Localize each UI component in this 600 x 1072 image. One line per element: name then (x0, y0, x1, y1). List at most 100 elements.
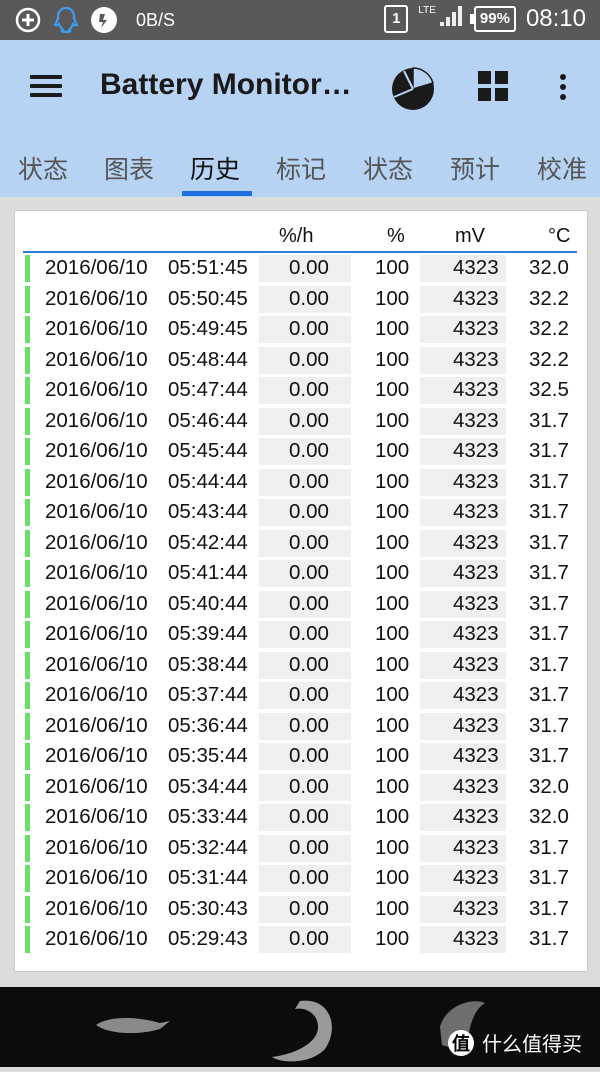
app-title: Battery Monitor… (100, 68, 352, 101)
table-row[interactable]: 2016/06/10 05:34:44 0.00 100 4323 32.0 (23, 772, 577, 803)
table-row[interactable]: 2016/06/10 05:29:43 0.00 100 4323 31.7 (23, 924, 577, 955)
grid-icon (478, 71, 491, 84)
table-row[interactable]: 2016/06/10 05:37:44 0.00 100 4323 31.7 (23, 680, 577, 711)
menu-button[interactable] (28, 70, 64, 100)
cell-temp: 31.7 (529, 683, 569, 706)
cell-pct: 100 (375, 866, 410, 889)
cell-date: 2016/06/10 (45, 286, 148, 310)
cell-rate: 0.00 (289, 378, 329, 401)
add-circle-icon (14, 6, 42, 34)
cell-time: 05:30:43 (168, 896, 248, 920)
cell-rate: 0.00 (289, 408, 329, 432)
tab-history[interactable]: 历史 (190, 150, 240, 186)
cell-date: 2016/06/10 (45, 622, 148, 645)
cell-date: 2016/06/10 (45, 439, 148, 462)
table-row[interactable]: 2016/06/10 05:46:44 0.00 100 4323 31.7 (23, 406, 577, 437)
tab-chart[interactable]: 图表 (104, 150, 154, 186)
cell-rate: 0.00 (289, 652, 329, 676)
cell-rate: 0.00 (289, 530, 329, 554)
watermark-text: 什么值得买 (482, 1034, 582, 1056)
cell-time: 05:49:45 (168, 317, 248, 340)
cell-pct: 100 (375, 286, 410, 310)
column-header-rate: %/h (279, 225, 314, 247)
cell-rate: 0.00 (289, 805, 329, 828)
more-vert-icon (560, 74, 566, 80)
more-options-button[interactable] (548, 70, 578, 106)
cell-temp: 31.7 (529, 744, 569, 767)
row-marker (25, 865, 30, 892)
cell-mv: 4323 (453, 408, 499, 432)
cell-pct: 100 (375, 591, 410, 615)
cell-date: 2016/06/10 (45, 652, 148, 676)
table-row[interactable]: 2016/06/10 05:43:44 0.00 100 4323 31.7 (23, 497, 577, 528)
table-row[interactable]: 2016/06/10 05:39:44 0.00 100 4323 31.7 (23, 619, 577, 650)
cell-date: 2016/06/10 (45, 378, 148, 401)
cell-temp: 31.7 (529, 622, 569, 645)
table-row[interactable]: 2016/06/10 05:44:44 0.00 100 4323 31.7 (23, 467, 577, 498)
row-marker (25, 773, 30, 801)
tab-status[interactable]: 状态 (18, 150, 68, 186)
cell-rate: 0.00 (289, 469, 329, 493)
cell-time: 05:31:44 (168, 866, 248, 889)
cell-pct: 100 (375, 744, 410, 767)
cell-rate: 0.00 (289, 317, 329, 340)
cell-mv: 4323 (453, 530, 499, 554)
bottom-image-strip: 值 什么值得买 (0, 987, 600, 1067)
row-marker (25, 651, 30, 679)
table-row[interactable]: 2016/06/10 05:51:45 0.00 100 4323 32.0 (23, 253, 577, 284)
table-row[interactable]: 2016/06/10 05:31:44 0.00 100 4323 31.7 (23, 863, 577, 894)
table-row[interactable]: 2016/06/10 05:35:44 0.00 100 4323 31.7 (23, 741, 577, 772)
cell-mv: 4323 (453, 835, 499, 859)
cell-rate: 0.00 (289, 622, 329, 645)
row-marker (25, 377, 30, 404)
cell-pct: 100 (375, 469, 410, 493)
tab-estimate[interactable]: 预计 (450, 150, 500, 186)
battery-indicator: 99% (469, 5, 516, 32)
pie-chart-icon (392, 67, 434, 110)
tab-calibrate[interactable]: 校准 (537, 150, 587, 186)
cell-time: 05:36:44 (168, 713, 248, 737)
table-row[interactable]: 2016/06/10 05:50:45 0.00 100 4323 32.2 (23, 284, 577, 315)
tab-bar: 状态 图表 历史 标记 状态 预计 校准 (0, 140, 600, 197)
cell-date: 2016/06/10 (45, 469, 148, 493)
table-row[interactable]: 2016/06/10 05:40:44 0.00 100 4323 31.7 (23, 589, 577, 620)
table-row[interactable]: 2016/06/10 05:45:44 0.00 100 4323 31.7 (23, 436, 577, 467)
row-marker (25, 316, 30, 343)
cell-date: 2016/06/10 (45, 774, 148, 798)
table-row[interactable]: 2016/06/10 05:48:44 0.00 100 4323 32.2 (23, 345, 577, 376)
watermark-logo: 值 (448, 1029, 474, 1056)
table-row[interactable]: 2016/06/10 05:49:45 0.00 100 4323 32.2 (23, 314, 577, 345)
table-row[interactable]: 2016/06/10 05:47:44 0.00 100 4323 32.5 (23, 375, 577, 406)
cell-pct: 100 (375, 378, 410, 401)
history-list[interactable]: 2016/06/10 05:51:45 0.00 100 4323 32.0 2016/06… (23, 253, 577, 961)
network-type: LTE (418, 5, 436, 16)
grid-view-button[interactable] (478, 71, 510, 103)
table-row[interactable]: 2016/06/10 05:33:44 0.00 100 4323 32.0 (23, 802, 577, 833)
table-row[interactable]: 2016/06/10 05:38:44 0.00 100 4323 31.7 (23, 650, 577, 681)
cell-pct: 100 (375, 713, 410, 737)
cell-mv: 4323 (453, 683, 499, 706)
row-marker (25, 407, 30, 435)
table-row[interactable]: 2016/06/10 05:42:44 0.00 100 4323 31.7 (23, 528, 577, 559)
cell-temp: 31.7 (529, 439, 569, 462)
cell-mv: 4323 (453, 622, 499, 645)
cell-pct: 100 (375, 530, 410, 554)
cell-rate: 0.00 (289, 896, 329, 920)
row-marker (25, 621, 30, 648)
table-row[interactable]: 2016/06/10 05:30:43 0.00 100 4323 31.7 (23, 894, 577, 925)
row-marker (25, 682, 30, 709)
cell-pct: 100 (375, 774, 410, 798)
row-marker (25, 712, 30, 740)
tab-markers[interactable]: 标记 (276, 150, 326, 186)
table-row[interactable]: 2016/06/10 05:41:44 0.00 100 4323 31.7 (23, 558, 577, 589)
tab-status-2[interactable]: 状态 (363, 150, 413, 186)
cell-date: 2016/06/10 (45, 713, 148, 737)
cell-mv: 4323 (453, 713, 499, 737)
table-row[interactable]: 2016/06/10 05:32:44 0.00 100 4323 31.7 (23, 833, 577, 864)
column-header-millivolt: mV (455, 225, 485, 247)
table-row[interactable]: 2016/06/10 05:36:44 0.00 100 4323 31.7 (23, 711, 577, 742)
cell-rate: 0.00 (289, 713, 329, 737)
cell-mv: 4323 (453, 927, 499, 950)
column-header-percent: % (387, 225, 405, 247)
pie-chart-button[interactable] (390, 66, 436, 112)
